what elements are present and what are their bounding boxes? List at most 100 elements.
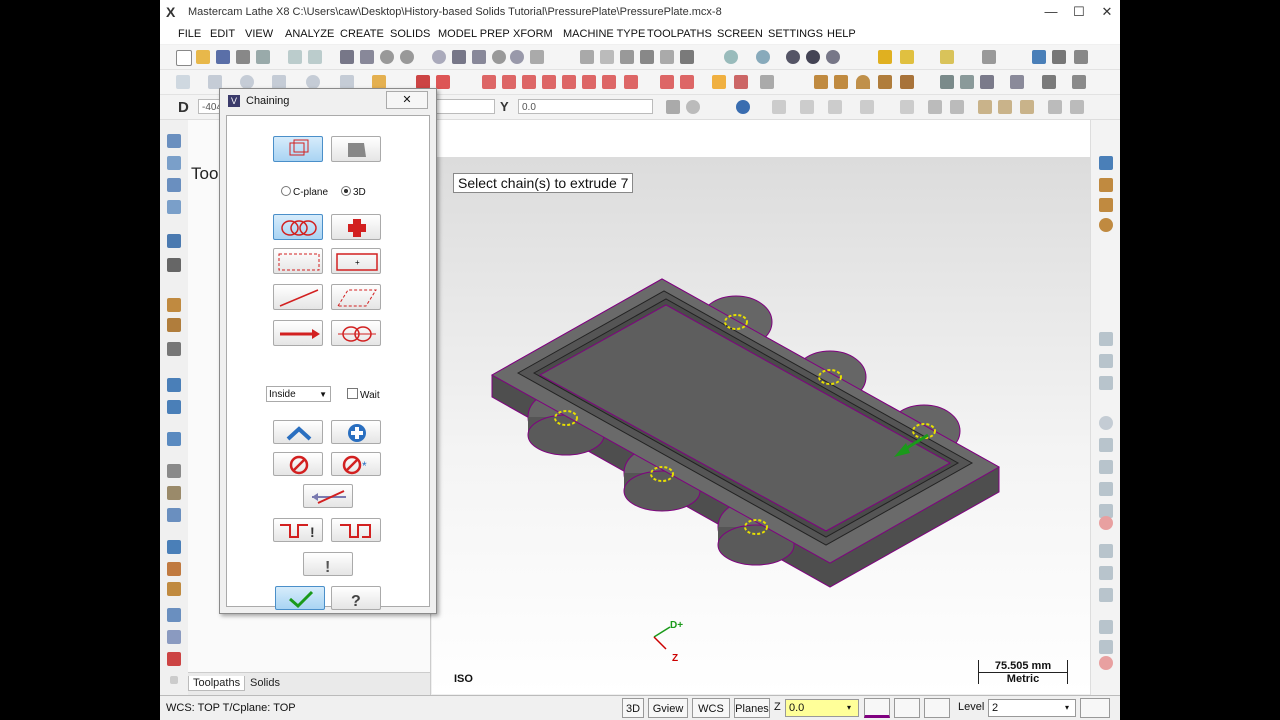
solid-cone-icon[interactable] <box>856 75 870 89</box>
surface-icon-13[interactable] <box>1099 640 1113 654</box>
lathe-groove-icon[interactable] <box>167 582 181 596</box>
pressure-plate-model[interactable]: D+ Z <box>432 157 1090 694</box>
surface-icon-6[interactable] <box>1099 460 1113 474</box>
graphics-viewport[interactable]: D+ Z <box>432 157 1090 694</box>
spline-icon[interactable] <box>340 75 354 89</box>
rotate-icon[interactable] <box>522 75 536 89</box>
surface-icon-5[interactable] <box>1099 438 1113 452</box>
drill-icon[interactable] <box>167 378 181 392</box>
wait-checkbox[interactable]: Wait <box>347 388 380 401</box>
front-view-icon[interactable] <box>600 50 614 64</box>
dialog-close-button[interactable]: ✕ <box>386 91 428 109</box>
settings-icon[interactable] <box>1052 50 1066 64</box>
chain-button[interactable] <box>273 214 323 240</box>
area-chain-button[interactable]: + <box>331 248 381 274</box>
cplane-radio[interactable]: C-plane <box>281 186 328 198</box>
hidden-line-icon[interactable] <box>756 50 770 64</box>
translucency-icon[interactable] <box>826 50 840 64</box>
solid-face-icon[interactable] <box>978 100 992 114</box>
attributes-button[interactable] <box>894 698 920 718</box>
surface-icon-9[interactable] <box>1099 544 1113 558</box>
undo-icon[interactable] <box>288 50 302 64</box>
menu-solids[interactable]: SOLIDS <box>390 28 430 40</box>
save-icon[interactable] <box>216 50 230 64</box>
array-icon[interactable] <box>602 75 616 89</box>
measure-icon[interactable] <box>734 75 748 89</box>
menu-edit[interactable]: EDIT <box>210 28 235 40</box>
tool-icon[interactable] <box>167 342 181 356</box>
zoom-in-icon[interactable] <box>380 50 394 64</box>
planes-button[interactable]: Planes <box>734 698 770 718</box>
help-button[interactable]: ? <box>331 586 381 610</box>
single-chain-button[interactable] <box>273 284 323 310</box>
select-area-icon[interactable] <box>900 100 914 114</box>
lathe-cutoff-icon[interactable] <box>167 630 181 644</box>
lock-icon[interactable] <box>686 100 700 114</box>
stock-cylinder-icon[interactable] <box>167 318 181 332</box>
top-view-icon[interactable] <box>580 50 594 64</box>
window-mode-select[interactable]: Inside ▼ <box>266 386 331 402</box>
previous-view-icon[interactable] <box>660 50 674 64</box>
z-dropdown-icon[interactable]: ▾ <box>847 703 855 712</box>
color-button[interactable] <box>864 698 890 718</box>
surface-icon-1[interactable] <box>1099 332 1113 346</box>
surface-icon-2[interactable] <box>1099 354 1113 368</box>
rectangle-icon[interactable] <box>272 75 286 89</box>
solid-trim-icon[interactable] <box>1072 75 1086 89</box>
zoom-fit-icon[interactable] <box>360 50 374 64</box>
select-chain-icon[interactable] <box>828 100 842 114</box>
clear-selection-icon[interactable] <box>1070 100 1084 114</box>
y-coordinate-field[interactable]: 0.0 <box>518 99 653 114</box>
solid-cylinder-icon[interactable] <box>834 75 848 89</box>
fit-screen-icon[interactable] <box>452 50 466 64</box>
translate-icon[interactable] <box>482 75 496 89</box>
menu-machine-type[interactable]: MACHINE TYPE <box>563 28 645 40</box>
pencil-icon[interactable] <box>878 50 892 64</box>
solid-boolean-icon[interactable] <box>1042 75 1056 89</box>
toolpath-copy-icon[interactable] <box>167 156 181 170</box>
3d-button[interactable]: 3D <box>622 698 644 718</box>
right-view-icon[interactable] <box>620 50 634 64</box>
solid-body-icon[interactable] <box>1020 100 1034 114</box>
3d-radio[interactable]: 3D <box>341 186 366 198</box>
solid-revolve-side-icon[interactable] <box>1099 178 1113 192</box>
arc-icon[interactable] <box>306 75 320 89</box>
line-icon[interactable] <box>208 75 222 89</box>
open-file-icon[interactable] <box>196 50 210 64</box>
offset-icon[interactable] <box>562 75 576 89</box>
repaint-icon[interactable] <box>530 50 544 64</box>
tab-toolpaths[interactable]: Toolpaths <box>188 676 246 691</box>
analyze-icon[interactable] <box>712 75 726 89</box>
roll-icon[interactable] <box>660 75 674 89</box>
surface-rough-icon[interactable] <box>167 464 181 478</box>
polygon-chain-button[interactable] <box>331 284 381 310</box>
unselect-button[interactable] <box>273 420 323 444</box>
solid-extrude-side-icon[interactable] <box>1099 156 1113 170</box>
clear-all-button[interactable]: * <box>331 452 381 476</box>
pocket-icon[interactable] <box>167 432 181 446</box>
menu-view[interactable]: VIEW <box>245 28 273 40</box>
menu-toolpaths[interactable]: TOOLPATHS <box>647 28 712 40</box>
vector-chain-button[interactable] <box>273 320 323 346</box>
tab-solids[interactable]: Solids <box>246 676 284 690</box>
menu-file[interactable]: FILE <box>178 28 201 40</box>
circle-icon[interactable] <box>240 75 254 89</box>
solid-sweep-icon[interactable] <box>960 75 974 89</box>
solid-fillet-icon[interactable] <box>980 75 994 89</box>
info-button[interactable]: ! <box>303 552 353 576</box>
magnify-icon[interactable] <box>492 50 506 64</box>
select-solid-icon[interactable] <box>950 100 964 114</box>
zoom-target-icon[interactable] <box>432 50 446 64</box>
highlighter-icon[interactable] <box>900 50 914 64</box>
end-chain-button[interactable] <box>273 452 323 476</box>
contour-icon[interactable] <box>167 400 181 414</box>
delete-icon[interactable] <box>436 75 450 89</box>
fast-point-icon[interactable] <box>666 100 680 114</box>
redo-icon[interactable] <box>308 50 322 64</box>
menu-screen[interactable]: SCREEN <box>717 28 763 40</box>
zoom-window-icon[interactable] <box>340 50 354 64</box>
select-only-icon[interactable] <box>800 100 814 114</box>
wireframe-icon[interactable] <box>724 50 738 64</box>
menu-help[interactable]: HELP <box>827 28 856 40</box>
cursor-arrow-icon[interactable] <box>928 100 942 114</box>
